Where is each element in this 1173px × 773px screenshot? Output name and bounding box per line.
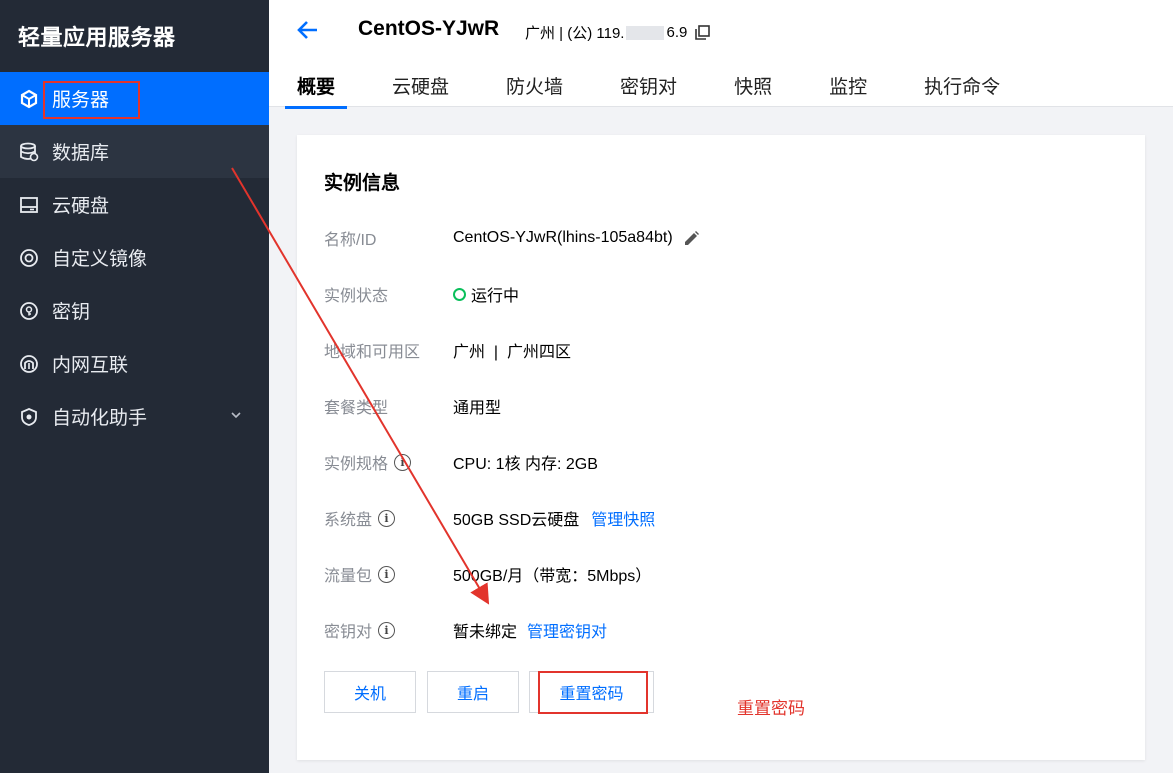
status-label: 实例状态 (324, 288, 389, 305)
info-icon[interactable]: i (394, 453, 412, 471)
plan-label: 套餐类型 (324, 400, 389, 417)
tab-overview[interactable]: 概要 (284, 72, 348, 109)
spec-label-text: 实例规格 (324, 456, 389, 473)
server-icon (18, 88, 40, 110)
row-keypair: 密钥对 i 暂未绑定 管理密钥对 (324, 618, 607, 642)
sidebar-item-key[interactable]: 密钥 (0, 284, 269, 337)
shutdown-button[interactable]: 关机 (324, 671, 416, 713)
row-plan: 套餐类型 通用型 (324, 394, 501, 418)
sidebar-title: 轻量应用服务器 (18, 25, 176, 50)
manage-snapshot-link[interactable]: 管理快照 (591, 506, 655, 530)
tab-snapshot[interactable]: 快照 (734, 72, 772, 108)
key-icon (18, 300, 40, 322)
plan-value: 通用型 (453, 400, 502, 417)
chevron-down-icon[interactable] (231, 408, 241, 422)
disk-label: 系统盘 i (324, 506, 453, 530)
ip-info: 广州 | (公) 119. 6.9 (525, 22, 711, 43)
info-icon[interactable]: i (378, 621, 396, 639)
edit-icon[interactable] (683, 230, 700, 247)
traffic-label-text: 流量包 (324, 568, 373, 585)
sidebar-item-automation[interactable]: 自动化助手 (0, 390, 269, 443)
instance-name-id: CentOS-YJwR(lhins-105a84bt) (453, 229, 673, 246)
tab-execute-command[interactable]: 执行命令 (924, 72, 1000, 108)
row-spec: 实例规格 i CPU: 1核 内存: 2GB (324, 450, 598, 474)
database-icon (18, 141, 40, 163)
spec-value: CPU: 1核 内存: 2GB (453, 456, 598, 473)
tab-cloud-disk[interactable]: 云硬盘 (392, 72, 449, 108)
status-value: 运行中 (453, 282, 519, 306)
tab-keypair[interactable]: 密钥对 (620, 72, 677, 108)
sidebar-item-label: 云硬盘 (52, 196, 110, 217)
row-traffic: 流量包 i 500GB/月（带宽：5Mbps） (324, 562, 651, 586)
sidebar-item-label: 自定义镜像 (52, 249, 148, 270)
sidebar-item-label: 数据库 (52, 143, 110, 164)
keypair-label: 密钥对 i (324, 618, 453, 642)
region-value: 广州 | 广州四区 (453, 344, 571, 361)
info-icon[interactable]: i (378, 509, 396, 527)
disk-value: 50GB SSD云硬盘 管理快照 (453, 506, 655, 530)
image-icon (18, 247, 40, 269)
sidebar-item-label: 服务器 (52, 90, 110, 111)
ip-suffix: 6.9 (666, 24, 688, 41)
tab-bar: 概要 云硬盘 防火墙 密钥对 快照 监控 执行命令 (284, 72, 1057, 109)
disk-value-text: 50GB SSD云硬盘 (453, 512, 580, 529)
instance-info-card: 实例信息 名称/ID CentOS-YJwR(lhins-105a84bt) 实… (297, 135, 1145, 760)
spec-label: 实例规格 i (324, 450, 453, 474)
back-arrow-icon[interactable] (296, 18, 322, 44)
sidebar-item-database[interactable]: 数据库 (0, 125, 269, 178)
main-header: CentOS-YJwR 广州 | (公) 119. 6.9 概要 云硬盘 防火墙 … (269, 0, 1173, 109)
sidebar-item-network[interactable]: 内网互联 (0, 337, 269, 390)
ip-prefix: 广州 | (公) 119. (525, 25, 625, 42)
name-label: 名称/ID (324, 232, 377, 249)
status-running-icon (453, 287, 466, 301)
sidebar-item-label: 内网互联 (52, 355, 129, 376)
info-icon[interactable]: i (378, 565, 396, 583)
copy-icon[interactable] (695, 25, 711, 40)
sidebar-item-label: 密钥 (52, 302, 91, 323)
page-title: CentOS-YJwR (358, 17, 500, 40)
sidebar-item-server[interactable]: 服务器 (0, 72, 269, 125)
network-icon (18, 353, 40, 375)
disk-icon (18, 194, 40, 216)
keypair-label-text: 密钥对 (324, 624, 373, 641)
sidebar-item-disk[interactable]: 云硬盘 (0, 178, 269, 231)
traffic-label: 流量包 i (324, 562, 453, 586)
disk-label-text: 系统盘 (324, 512, 373, 529)
automation-icon (18, 406, 40, 428)
keypair-value-text: 暂未绑定 (453, 624, 518, 641)
traffic-value: 500GB/月（带宽：5Mbps） (453, 568, 652, 585)
manage-keypair-link[interactable]: 管理密钥对 (527, 618, 607, 642)
status-text: 运行中 (471, 288, 520, 305)
row-region: 地域和可用区 广州 | 广州四区 (324, 338, 571, 362)
tab-monitor[interactable]: 监控 (829, 72, 867, 108)
row-name: 名称/ID CentOS-YJwR(lhins-105a84bt) (324, 226, 700, 250)
row-status: 实例状态 运行中 (324, 282, 519, 306)
name-value: CentOS-YJwR(lhins-105a84bt) (453, 229, 700, 247)
row-disk: 系统盘 i 50GB SSD云硬盘 管理快照 (324, 506, 655, 530)
region-label: 地域和可用区 (324, 344, 421, 361)
sidebar-item-label: 自动化助手 (52, 408, 148, 429)
sidebar-item-custom-image[interactable]: 自定义镜像 (0, 231, 269, 284)
sidebar: 轻量应用服务器 服务器 数据库 云硬盘 自定义镜像 密钥 内网互联 自动化助手 (0, 0, 269, 773)
annotation-text: 重置密码 (737, 699, 805, 718)
restart-button[interactable]: 重启 (427, 671, 519, 713)
reset-password-button[interactable]: 重置密码 (529, 671, 654, 713)
card-title: 实例信息 (324, 173, 401, 194)
keypair-value: 暂未绑定 管理密钥对 (453, 618, 607, 642)
ip-mask (626, 25, 665, 40)
tab-firewall[interactable]: 防火墙 (506, 72, 563, 108)
